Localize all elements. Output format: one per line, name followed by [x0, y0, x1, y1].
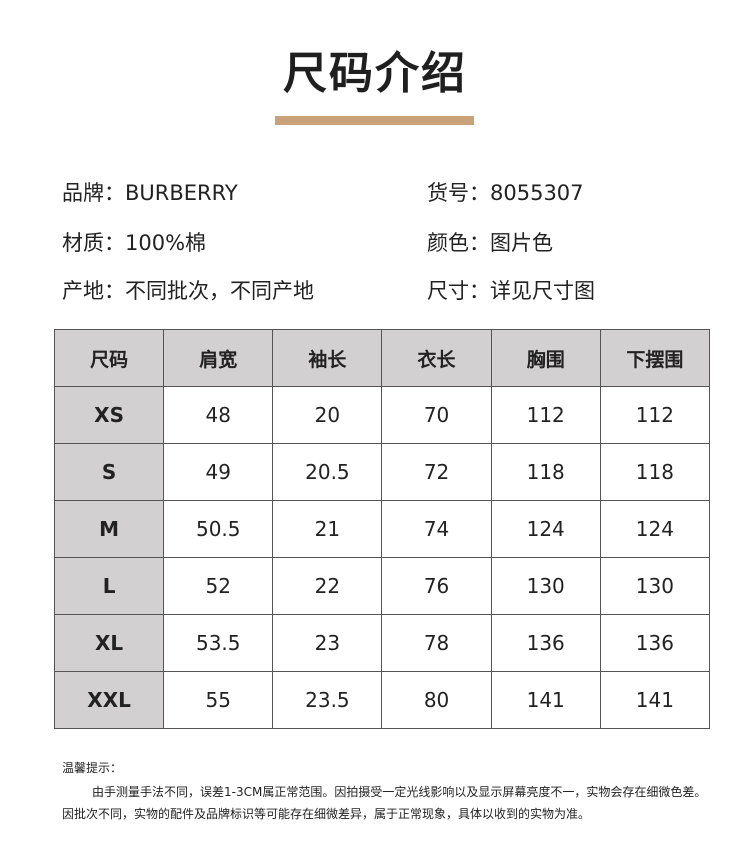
table-row: XS 48 20 70 112 112: [53, 386, 711, 444]
header-hem: 下摆围: [599, 329, 711, 387]
cell-chest: 141: [490, 671, 601, 729]
header-chest: 胸围: [490, 329, 601, 387]
table-row: L 52 22 76 130 130: [53, 557, 711, 615]
cell-shoulder: 55: [163, 671, 274, 729]
size-table: 尺码 肩宽 袖长 衣长 胸围 下摆围 XS 48 20 70 112 112 S…: [53, 329, 711, 729]
header-shoulder: 肩宽: [163, 329, 274, 387]
cell-length: 78: [381, 614, 492, 672]
origin-text: 产地：不同批次，不同产地: [62, 279, 314, 303]
table-row: S 49 20.5 72 118 118: [53, 443, 711, 501]
cell-chest: 124: [490, 500, 601, 558]
material-text: 材质：100%棉: [62, 231, 207, 255]
cell-size: S: [53, 443, 165, 501]
cell-length: 80: [381, 671, 492, 729]
cell-shoulder: 52: [163, 557, 274, 615]
cell-length: 76: [381, 557, 492, 615]
notes-heading: 温馨提示：: [62, 761, 123, 775]
brand-text: 品牌：BURBERRY: [62, 181, 238, 205]
cell-chest: 118: [490, 443, 601, 501]
cell-hem: 118: [599, 443, 711, 501]
cell-sleeve: 20.5: [272, 443, 383, 501]
header-size: 尺码: [53, 329, 165, 387]
cell-sleeve: 21: [272, 500, 383, 558]
cell-hem: 130: [599, 557, 711, 615]
size-text: 尺寸：详见尺寸图: [427, 279, 595, 303]
cell-size: XXL: [53, 671, 165, 729]
cell-shoulder: 49: [163, 443, 274, 501]
cell-hem: 136: [599, 614, 711, 672]
cell-length: 72: [381, 443, 492, 501]
page-title: 尺码介绍: [283, 48, 467, 99]
cell-sleeve: 23.5: [272, 671, 383, 729]
table-row: XXL 55 23.5 80 141 141: [53, 671, 711, 729]
cell-hem: 124: [599, 500, 711, 558]
table-row: XL 53.5 23 78 136 136: [53, 614, 711, 672]
header-length: 衣长: [381, 329, 492, 387]
cell-length: 70: [381, 386, 492, 444]
info-row-2: 材质：100%棉 颜色：图片色: [0, 226, 750, 260]
cell-size: M: [53, 500, 165, 558]
item-number-text: 货号：8055307: [427, 181, 584, 205]
table-header-row: 尺码 肩宽 袖长 衣长 胸围 下摆围: [53, 329, 711, 387]
cell-chest: 136: [490, 614, 601, 672]
cell-sleeve: 23: [272, 614, 383, 672]
notes-line-1: 由手测量手法不同，误差1-3CM属正常范围。因拍摄受一定光线影响以及显示屏幕亮度…: [92, 785, 707, 799]
cell-length: 74: [381, 500, 492, 558]
cell-size: L: [53, 557, 165, 615]
cell-shoulder: 48: [163, 386, 274, 444]
cell-sleeve: 20: [272, 386, 383, 444]
cell-chest: 112: [490, 386, 601, 444]
info-row-1: 品牌：BURBERRY 货号：8055307: [0, 176, 750, 210]
header-sleeve: 袖长: [272, 329, 383, 387]
color-text: 颜色：图片色: [427, 231, 553, 255]
cell-shoulder: 50.5: [163, 500, 274, 558]
cell-chest: 130: [490, 557, 601, 615]
cell-shoulder: 53.5: [163, 614, 274, 672]
notes-line-2: 因批次不同，实物的配件及品牌标识等可能存在细微差异，属于正常现象，具体以收到的实…: [62, 807, 591, 821]
cell-size: XS: [53, 386, 165, 444]
table-row: M 50.5 21 74 124 124: [53, 500, 711, 558]
cell-hem: 141: [599, 671, 711, 729]
cell-size: XL: [53, 614, 165, 672]
title-underline: [275, 116, 474, 125]
cell-sleeve: 22: [272, 557, 383, 615]
info-row-3: 产地：不同批次，不同产地 尺寸：详见尺寸图: [0, 274, 750, 308]
cell-hem: 112: [599, 386, 711, 444]
